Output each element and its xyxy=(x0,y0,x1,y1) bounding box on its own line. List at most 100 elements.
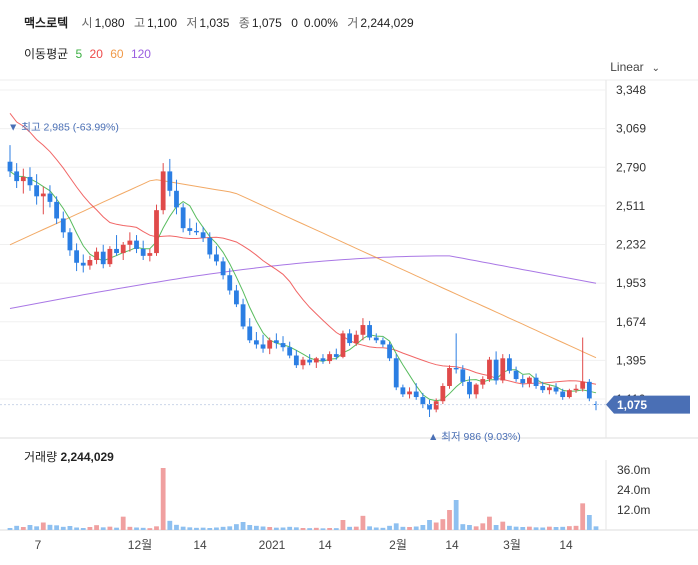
candle-body xyxy=(473,384,479,395)
candle-body xyxy=(487,359,492,380)
price-chart[interactable]: 3,348 3,069 2,790 2,511 2,232 1,953 1,674 1,395… xyxy=(0,0,698,565)
volume-bar xyxy=(267,527,273,530)
candle-body xyxy=(167,171,173,191)
volume-bar xyxy=(174,524,179,530)
volume-bar xyxy=(180,526,186,530)
volume-bar xyxy=(14,525,20,530)
candle-body xyxy=(287,347,293,356)
volume-bar xyxy=(447,510,452,530)
volume-bar xyxy=(580,503,586,530)
price-tick-label: 2,790 xyxy=(616,160,646,174)
price-tick-label: 1,674 xyxy=(616,315,646,329)
volume-bar xyxy=(234,524,239,530)
candle-body xyxy=(94,251,99,261)
candle-body xyxy=(453,367,459,370)
low-annotation: ▲ 최저 986 (9.03%) xyxy=(428,431,521,443)
candle-body xyxy=(80,262,86,266)
volume-bar xyxy=(127,526,133,530)
volume-bar xyxy=(194,527,199,530)
volume-bar xyxy=(413,526,419,530)
candle-body xyxy=(586,381,592,399)
date-axis: 7 12월 14 2021 14 2월 14 3월 14 xyxy=(35,538,573,552)
candle-body xyxy=(227,275,233,291)
candle-body xyxy=(327,354,333,362)
candle-body xyxy=(67,232,73,251)
volume-bar xyxy=(47,524,53,530)
candle-body xyxy=(253,340,259,345)
volume-bar xyxy=(307,528,313,530)
volume-bar xyxy=(140,527,146,530)
candle-body xyxy=(520,379,526,384)
candle-body xyxy=(553,387,559,392)
candle-body xyxy=(127,240,133,245)
volume-bar xyxy=(400,526,406,530)
candle-body xyxy=(214,254,219,262)
candle-body xyxy=(267,340,273,349)
candle-body xyxy=(200,232,206,238)
volume-bar xyxy=(460,524,466,530)
candle-body xyxy=(154,210,159,254)
candle-body xyxy=(134,240,139,249)
candle-body xyxy=(407,391,412,395)
volume-bar xyxy=(80,528,86,530)
candle-body xyxy=(187,228,193,231)
candle-body xyxy=(40,193,46,197)
candle-body xyxy=(194,230,199,233)
candle-body xyxy=(420,397,426,404)
date-tick-label: 2021 xyxy=(259,538,286,552)
candle-body xyxy=(353,334,359,344)
candle-body xyxy=(447,367,452,386)
candle-body xyxy=(260,344,266,349)
candle-body xyxy=(307,359,313,363)
candle-body xyxy=(47,193,53,202)
volume-bar xyxy=(367,526,372,530)
volume-header: 거래량 2,244,029 xyxy=(24,448,114,465)
high-annotation: ▼ 최고 2,985 (-63.99%) xyxy=(8,121,119,133)
volume-bar xyxy=(293,527,299,530)
candle-body xyxy=(480,379,486,385)
candle-body xyxy=(347,333,353,344)
candle-body xyxy=(340,333,346,357)
date-tick-label: 14 xyxy=(193,538,207,552)
candle-body xyxy=(300,359,306,366)
volume-bar xyxy=(586,515,592,530)
volume-bar xyxy=(260,526,266,530)
volume-bar xyxy=(167,520,173,530)
volume-bar xyxy=(280,527,286,530)
volume-bar xyxy=(520,527,526,530)
volume-header-value: 2,244,029 xyxy=(60,450,114,464)
volume-bar xyxy=(467,525,472,530)
candle-body xyxy=(380,340,386,345)
ma20-line xyxy=(9,112,597,385)
date-tick-label: 3월 xyxy=(503,538,521,552)
volume-tick-label: 36.0m xyxy=(617,463,650,477)
candle-body xyxy=(413,391,419,398)
volume-bars xyxy=(7,468,599,530)
candle-body xyxy=(560,391,566,398)
candle-body xyxy=(180,207,186,229)
volume-bar xyxy=(513,526,519,530)
volume-bar xyxy=(100,527,106,530)
volume-bar xyxy=(380,527,386,530)
volume-bar xyxy=(560,526,566,530)
volume-bar xyxy=(300,528,306,530)
candle-body xyxy=(573,388,579,391)
candle-body xyxy=(54,201,60,219)
candle-body xyxy=(500,358,506,381)
date-tick-label: 7 xyxy=(35,538,42,552)
candle-body xyxy=(533,377,539,386)
volume-bar xyxy=(333,528,339,530)
volume-bar xyxy=(313,527,319,530)
date-tick-label: 2월 xyxy=(389,538,407,552)
volume-bar xyxy=(27,525,33,530)
ma60-line xyxy=(9,179,597,359)
volume-bar xyxy=(427,520,432,530)
candle-body xyxy=(360,325,366,335)
volume-bar xyxy=(273,527,279,530)
candle-body xyxy=(387,344,392,359)
candle-body xyxy=(320,358,326,362)
price-tick-label: 2,511 xyxy=(616,199,645,213)
volume-bar xyxy=(60,526,66,530)
volume-bar xyxy=(34,526,40,530)
ma120-line xyxy=(9,255,597,309)
